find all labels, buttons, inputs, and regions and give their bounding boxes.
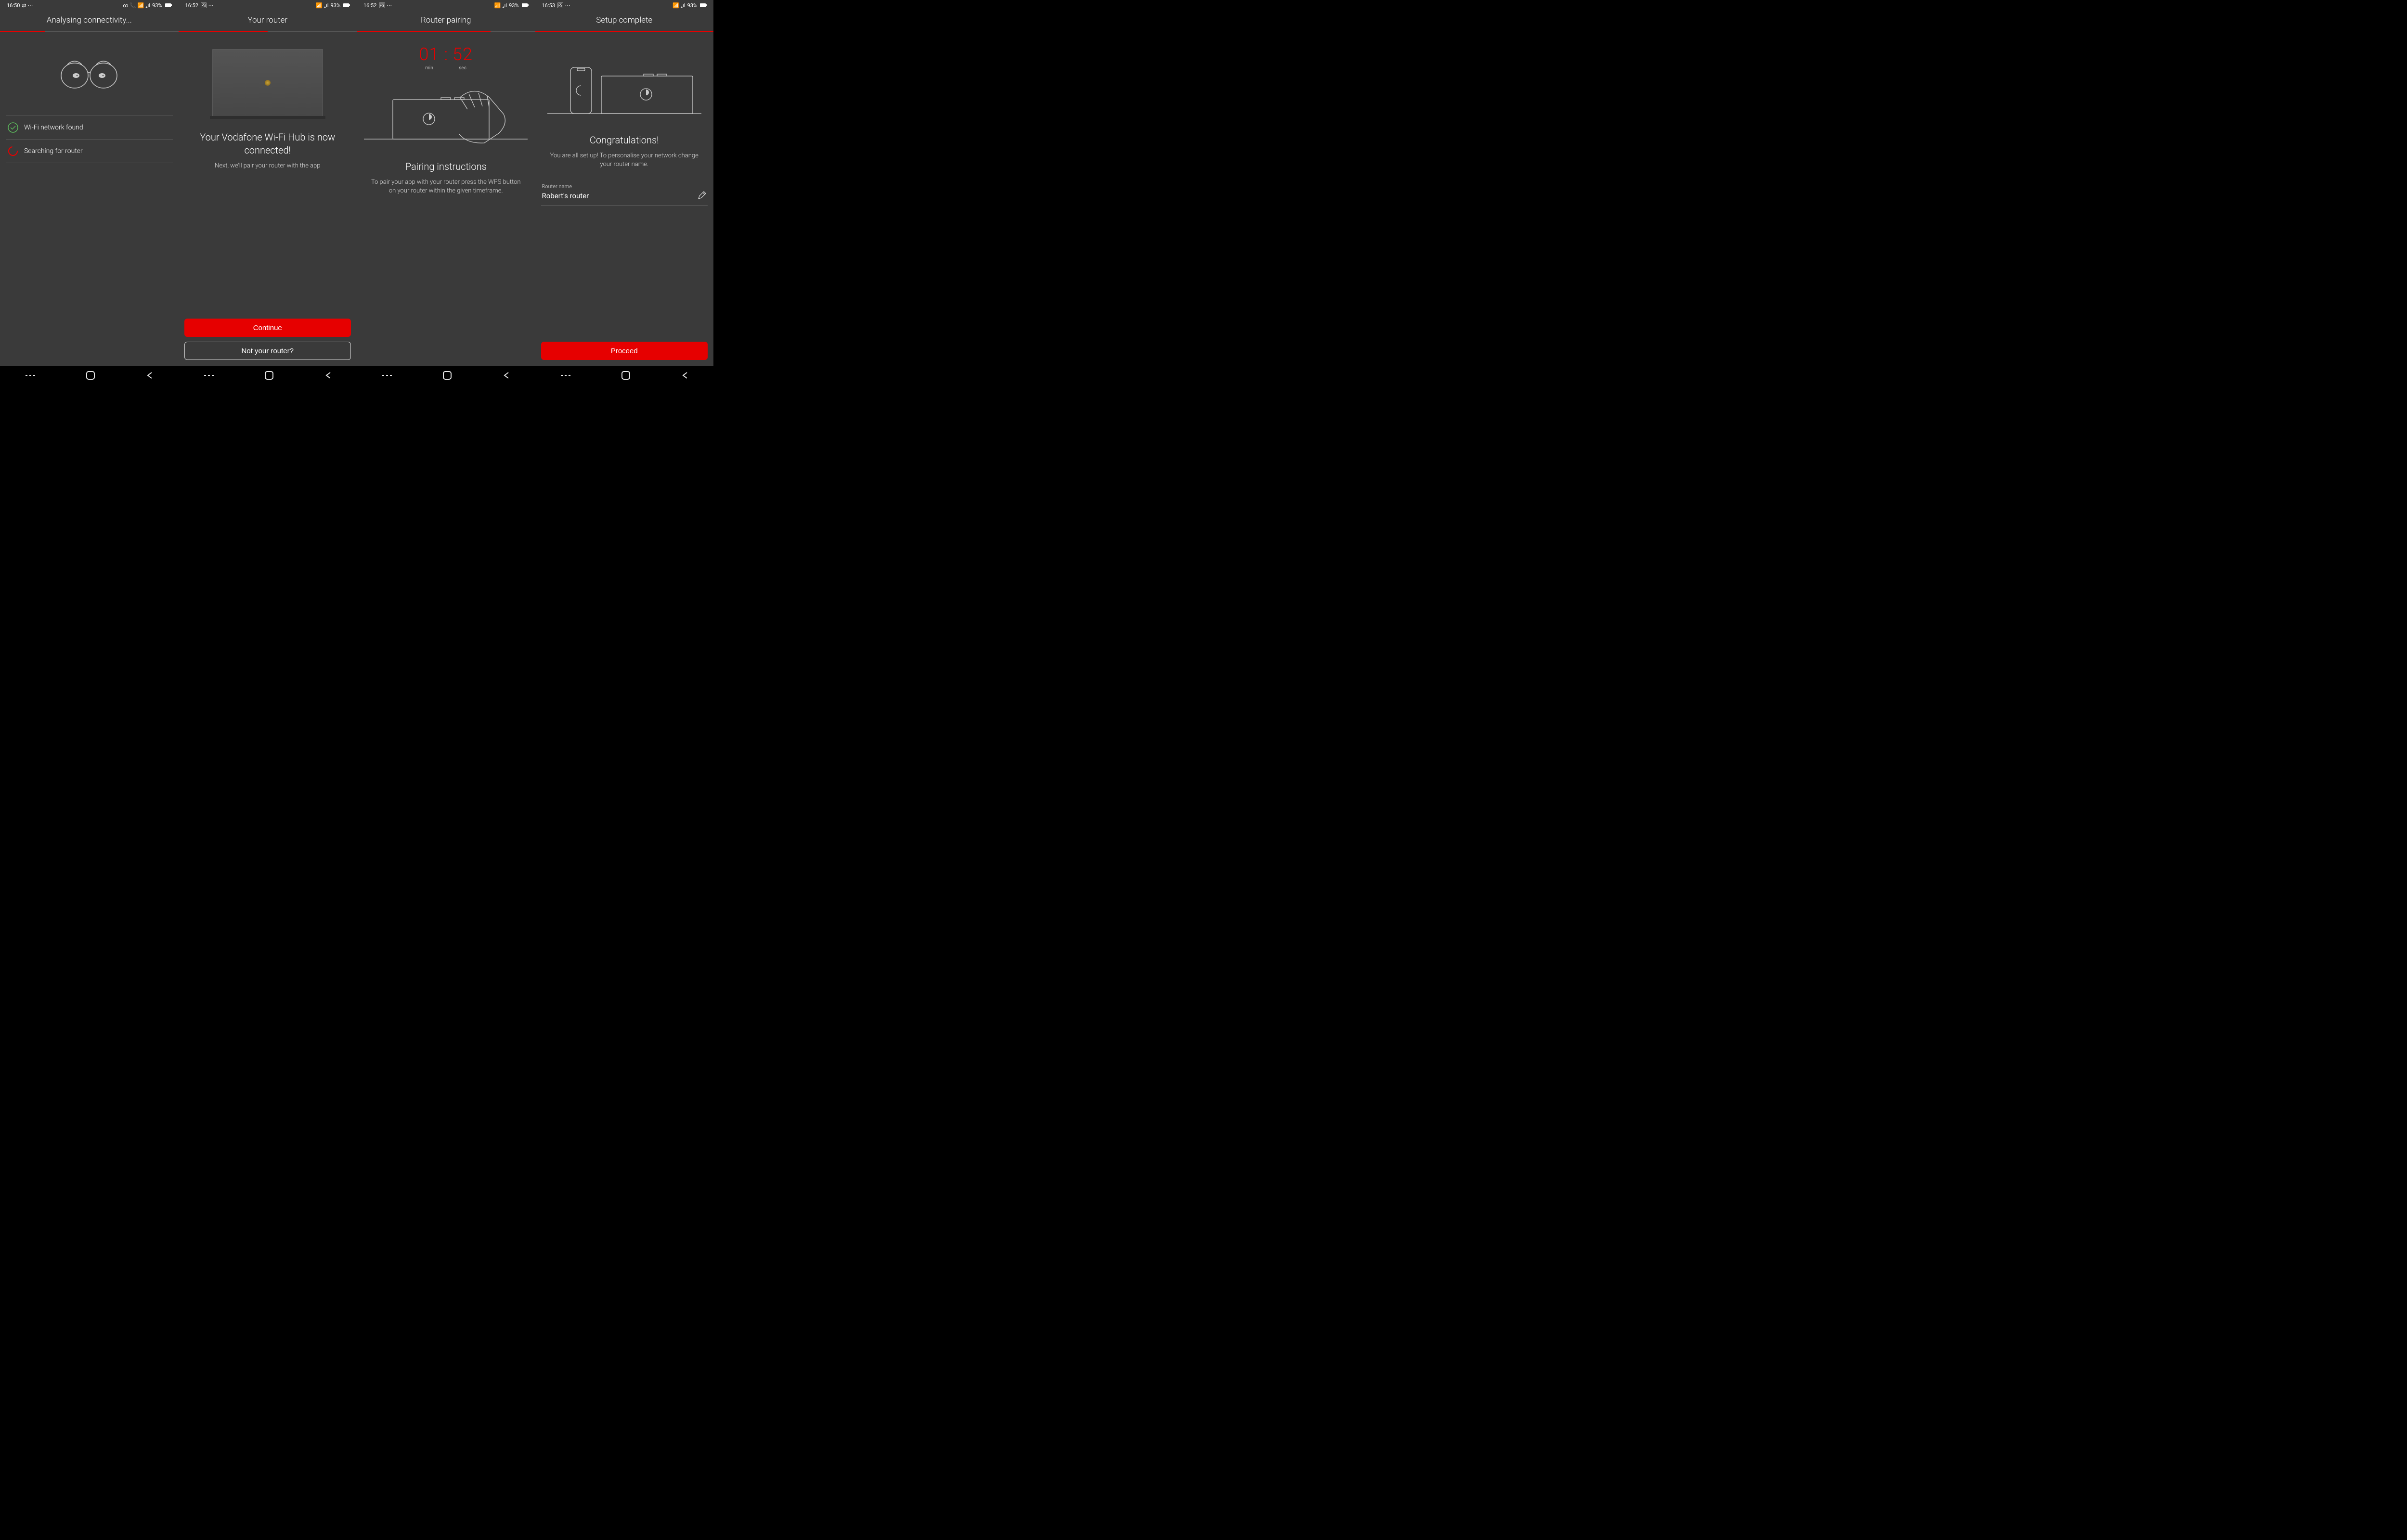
- recents-icon[interactable]: [561, 372, 570, 379]
- edit-icon[interactable]: [697, 191, 707, 200]
- back-icon[interactable]: [503, 372, 509, 379]
- router-image: [212, 49, 323, 116]
- timer-min: 01: [419, 44, 440, 64]
- congrats-subtext: You are all set up! To personalise your …: [541, 152, 708, 169]
- status-bar: 16:50 ⇄ ⋯ ∞ 📞 📶 ₊ıl 93%: [0, 0, 179, 11]
- back-icon[interactable]: [324, 372, 331, 379]
- status-row-label: Searching for router: [24, 147, 83, 155]
- router-name-value: Robert's router: [542, 192, 589, 200]
- continue-button[interactable]: Continue: [184, 319, 351, 337]
- home-icon[interactable]: [86, 371, 95, 380]
- wps-press-illustration: [364, 80, 528, 150]
- status-row-searching: Searching for router: [6, 140, 173, 163]
- page-title: Your router: [179, 11, 357, 31]
- status-battery: 93%: [152, 2, 162, 9]
- pairing-subtext: To pair your app with your router press …: [362, 178, 530, 195]
- status-list: Wi-Fi network found Searching for router: [6, 116, 173, 163]
- back-icon[interactable]: [681, 372, 688, 379]
- recents-icon[interactable]: [26, 372, 35, 379]
- proceed-button[interactable]: Proceed: [541, 342, 708, 360]
- screen-complete: 16:53 🖼 ⋯ 📶 ₊ıl 93% Setup complete: [535, 0, 714, 385]
- timer-sec-label: sec: [459, 65, 466, 71]
- status-bar: 16:53 🖼 ⋯ 📶 ₊ıl 93%: [535, 0, 714, 11]
- status-bar: 16:52 🖼 ⋯ 📶 ₊ıl 93%: [179, 0, 357, 11]
- recents-icon[interactable]: [382, 372, 392, 379]
- timer-min-label: min: [425, 65, 433, 71]
- status-row-wifi-found: Wi-Fi network found: [6, 116, 173, 140]
- battery-icon: [522, 3, 529, 7]
- router-name-label: Router name: [542, 183, 589, 190]
- status-bar: 16:52 🖼 ⋯ 📶 ₊ıl 93%: [357, 0, 535, 11]
- back-icon[interactable]: [146, 372, 153, 379]
- battery-icon: [165, 3, 172, 7]
- status-time: 16:53: [542, 2, 555, 9]
- android-nav-bar: [535, 366, 714, 385]
- status-battery: 93%: [509, 2, 518, 9]
- page-title: Router pairing: [357, 11, 535, 31]
- router-name-field[interactable]: Router name Robert's router: [541, 180, 708, 205]
- status-battery: 93%: [331, 2, 340, 9]
- spinner-icon: [8, 146, 18, 156]
- status-battery: 93%: [687, 2, 697, 9]
- countdown-timer: 01 min : 52 sec: [419, 44, 473, 71]
- recents-icon[interactable]: [204, 372, 214, 379]
- connected-subtext: Next, we'll pair your router with the ap…: [210, 162, 325, 170]
- connected-heading: Your Vodafone Wi-Fi Hub is now connected…: [184, 131, 351, 157]
- screen-analysing: 16:50 ⇄ ⋯ ∞ 📞 📶 ₊ıl 93% Analysing connec…: [0, 0, 179, 385]
- status-right-icons: ∞ 📞 📶 ₊ıl: [123, 2, 150, 9]
- battery-icon: [700, 3, 707, 7]
- status-left-icons: 🖼 ⋯: [378, 2, 392, 9]
- not-your-router-button[interactable]: Not your router?: [184, 342, 351, 360]
- status-time: 16:52: [185, 2, 198, 9]
- status-left-icons: ⇄ ⋯: [22, 2, 33, 9]
- page-title: Setup complete: [535, 11, 714, 31]
- status-left-icons: 🖼 ⋯: [200, 2, 214, 9]
- timer-sec: 52: [453, 44, 473, 64]
- binoculars-icon: [53, 49, 125, 94]
- android-nav-bar: [0, 366, 179, 385]
- check-icon: [8, 122, 18, 133]
- congrats-heading: Congratulations!: [582, 134, 667, 147]
- timer-colon: :: [443, 44, 449, 71]
- status-time: 16:52: [363, 2, 376, 9]
- home-icon[interactable]: [443, 371, 452, 380]
- page-title: Analysing connectivity...: [0, 11, 179, 31]
- status-right-icons: 📶 ₊ıl: [673, 2, 685, 9]
- phone-router-illustration: [547, 57, 701, 121]
- status-row-label: Wi-Fi network found: [24, 124, 83, 131]
- status-right-icons: 📶 ₊ıl: [494, 2, 507, 9]
- status-time: 16:50: [7, 2, 20, 9]
- android-nav-bar: [357, 366, 535, 385]
- pairing-heading: Pairing instructions: [398, 160, 494, 173]
- status-right-icons: 📶 ₊ıl: [316, 2, 328, 9]
- battery-icon: [343, 3, 350, 7]
- home-icon[interactable]: [621, 371, 630, 380]
- screen-your-router: 16:52 🖼 ⋯ 📶 ₊ıl 93% Your router Your Vod…: [179, 0, 357, 385]
- status-left-icons: 🖼 ⋯: [557, 2, 570, 9]
- android-nav-bar: [179, 366, 357, 385]
- screen-pairing: 16:52 🖼 ⋯ 📶 ₊ıl 93% Router pairing 01 mi…: [357, 0, 535, 385]
- home-icon[interactable]: [265, 371, 273, 380]
